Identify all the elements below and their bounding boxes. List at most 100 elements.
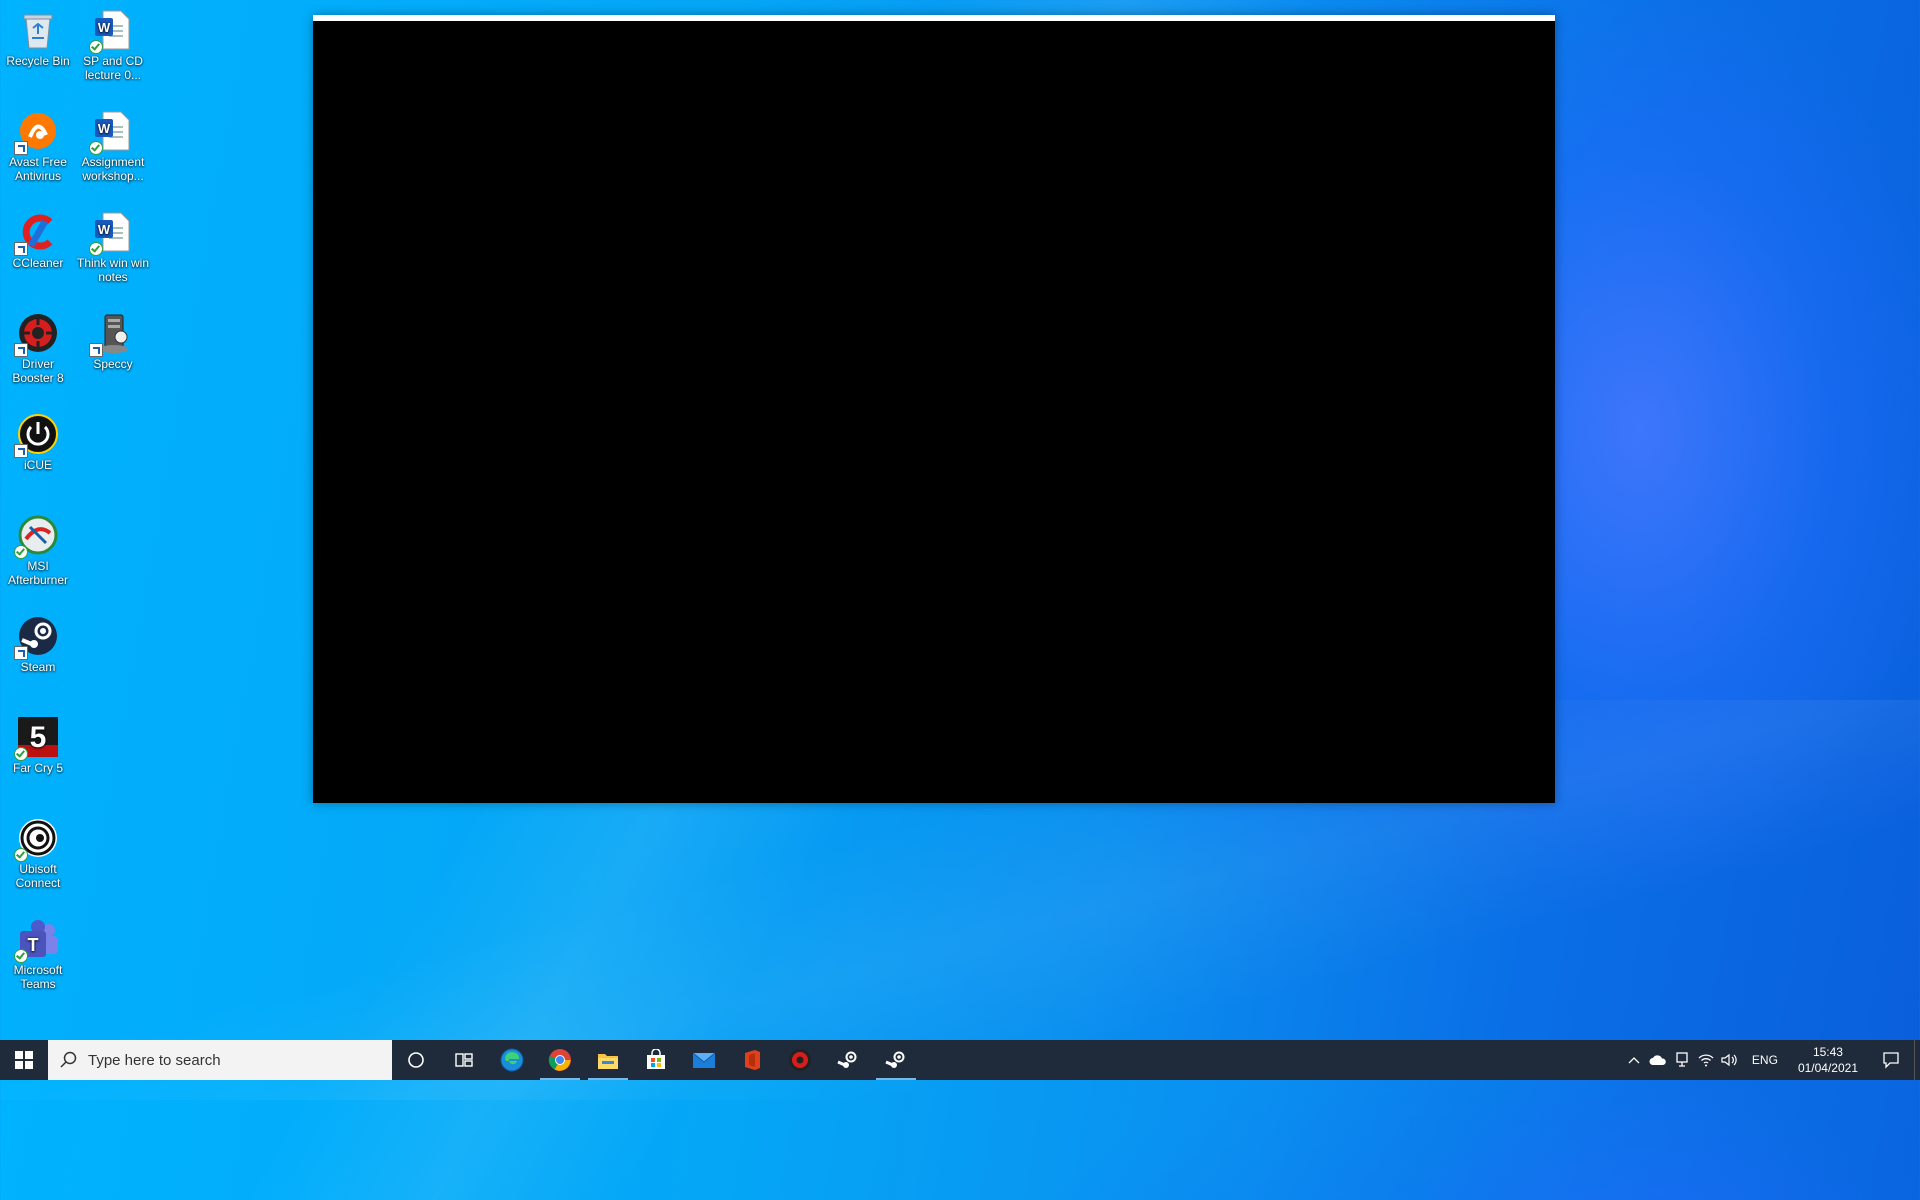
desktop-icon-label: CCleaner bbox=[12, 256, 64, 270]
desktop-icon-label: Speccy bbox=[93, 357, 133, 371]
network-icon bbox=[1698, 1054, 1714, 1067]
steam-icon bbox=[14, 614, 60, 660]
desktop-icon-msi-afterburner[interactable]: MSI Afterburner bbox=[0, 509, 76, 587]
shortcut-arrow-icon bbox=[14, 343, 28, 357]
teams-icon: T bbox=[14, 917, 60, 963]
cortana-button[interactable] bbox=[392, 1040, 440, 1080]
desktop-icon-driver-booster[interactable]: Driver Booster 8 bbox=[0, 307, 76, 385]
desktop-icon-ubisoft-connect[interactable]: Ubisoft Connect bbox=[0, 812, 76, 890]
notification-icon bbox=[1883, 1052, 1899, 1069]
driver-booster-icon bbox=[14, 311, 60, 357]
desktop-icon-icue[interactable]: iCUE bbox=[0, 408, 76, 472]
desktop-icon-label: Avast Free Antivirus bbox=[9, 155, 67, 183]
svg-text:W: W bbox=[98, 20, 111, 35]
clock-time: 15:43 bbox=[1812, 1045, 1843, 1059]
taskbar-edge[interactable] bbox=[488, 1040, 536, 1080]
chrome-icon bbox=[548, 1049, 571, 1071]
desktop-icon-ccleaner[interactable]: CCleaner bbox=[0, 206, 76, 270]
desktop-icon-recycle-bin[interactable]: Recycle Bin bbox=[0, 4, 76, 68]
taskbar-store[interactable] bbox=[632, 1040, 680, 1080]
system-tray: ENG 15:43 01/04/2021 bbox=[1622, 1040, 1920, 1080]
clock-date: 01/04/2021 bbox=[1797, 1061, 1858, 1075]
desktop-icon-sp-and-cd-lecture[interactable]: W SP and CD lecture 0... bbox=[75, 4, 151, 82]
shortcut-arrow-icon bbox=[14, 141, 28, 155]
file-explorer-icon bbox=[598, 1054, 618, 1069]
taskbar-office[interactable] bbox=[728, 1040, 776, 1080]
shortcut-arrow-icon bbox=[14, 646, 28, 660]
desktop-icon-microsoft-teams[interactable]: T Microsoft Teams bbox=[0, 913, 76, 991]
desktop-icon-label: Ubisoft Connect bbox=[15, 862, 61, 890]
taskbar-chrome[interactable] bbox=[536, 1040, 584, 1080]
taskbar-file-explorer[interactable] bbox=[584, 1040, 632, 1080]
shortcut-arrow-icon bbox=[14, 242, 28, 256]
word-document-icon: W bbox=[89, 109, 135, 155]
ccleaner-icon bbox=[14, 210, 60, 256]
taskbar-driver-booster[interactable] bbox=[776, 1040, 824, 1080]
avast-icon bbox=[14, 109, 60, 155]
far-cry-5-icon: 5 bbox=[14, 715, 60, 761]
desktop-icon-far-cry-5[interactable]: 5 Far Cry 5 bbox=[0, 711, 76, 775]
device-icon bbox=[1676, 1052, 1688, 1067]
windows-logo-icon bbox=[15, 1051, 33, 1069]
desktop-icon-label: Recycle Bin bbox=[6, 54, 70, 68]
desktop-icon-avast[interactable]: Avast Free Antivirus bbox=[0, 105, 76, 183]
sync-check-icon bbox=[14, 747, 28, 761]
desktop-icon-label: Microsoft Teams bbox=[13, 963, 63, 991]
svg-text:W: W bbox=[98, 222, 111, 237]
onedrive-button[interactable] bbox=[1646, 1040, 1670, 1080]
svg-text:T: T bbox=[28, 935, 39, 955]
driver-booster-icon bbox=[789, 1049, 811, 1071]
taskbar-search-box[interactable]: Type here to search bbox=[48, 1040, 392, 1080]
chevron-up-icon bbox=[1628, 1057, 1640, 1064]
application-window[interactable] bbox=[313, 15, 1555, 803]
icue-icon bbox=[14, 412, 60, 458]
desktop-icon-think-win-win-notes[interactable]: W Think win win notes bbox=[75, 206, 151, 284]
clock[interactable]: 15:43 01/04/2021 bbox=[1788, 1044, 1868, 1076]
svg-text:5: 5 bbox=[30, 721, 47, 754]
sync-check-icon bbox=[89, 40, 103, 54]
steam-icon bbox=[885, 1051, 905, 1068]
sync-check-icon bbox=[89, 141, 103, 155]
device-button[interactable] bbox=[1670, 1040, 1694, 1080]
sync-check-icon bbox=[14, 848, 28, 862]
show-desktop-button[interactable] bbox=[1914, 1040, 1920, 1080]
shortcut-arrow-icon bbox=[89, 343, 103, 357]
desktop-icon-speccy[interactable]: Speccy bbox=[75, 307, 151, 371]
task-view-icon bbox=[455, 1053, 473, 1067]
desktop-icon-label: Think win win notes bbox=[76, 256, 150, 284]
sync-check-icon bbox=[14, 949, 28, 963]
search-icon bbox=[60, 1051, 77, 1068]
taskbar: Type here to search ENG 15:43 01/04/2021 bbox=[0, 1040, 1920, 1080]
desktop-icon-label: Far Cry 5 bbox=[12, 761, 63, 775]
desktop-icon-steam[interactable]: Steam bbox=[0, 610, 76, 674]
store-icon bbox=[647, 1049, 665, 1069]
sync-check-icon bbox=[89, 242, 103, 256]
onedrive-cloud-icon bbox=[1649, 1055, 1666, 1065]
speccy-icon bbox=[89, 311, 135, 357]
desktop-icon-label: Driver Booster 8 bbox=[12, 357, 64, 385]
svg-text:W: W bbox=[98, 121, 111, 136]
office-icon bbox=[745, 1050, 760, 1070]
desktop-icon-assignment-workshop[interactable]: W Assignment workshop... bbox=[75, 105, 151, 183]
task-view-button[interactable] bbox=[440, 1040, 488, 1080]
taskbar-steam[interactable] bbox=[824, 1040, 872, 1080]
start-button[interactable] bbox=[0, 1040, 48, 1080]
action-center-button[interactable] bbox=[1868, 1040, 1914, 1080]
show-hidden-icons-button[interactable] bbox=[1622, 1040, 1646, 1080]
volume-button[interactable] bbox=[1718, 1040, 1742, 1080]
taskbar-mail[interactable] bbox=[680, 1040, 728, 1080]
msi-afterburner-icon bbox=[14, 513, 60, 559]
desktop-icon-label: Assignment workshop... bbox=[81, 155, 145, 183]
sync-check-icon bbox=[14, 545, 28, 559]
shortcut-arrow-icon bbox=[14, 444, 28, 458]
desktop-icon-label: Steam bbox=[20, 660, 56, 674]
desktop-icon-label: iCUE bbox=[23, 458, 52, 472]
speaker-icon bbox=[1721, 1053, 1737, 1067]
desktop-icon-label: SP and CD lecture 0... bbox=[83, 54, 143, 82]
word-document-icon: W bbox=[89, 8, 135, 54]
search-placeholder: Type here to search bbox=[88, 1051, 221, 1069]
network-button[interactable] bbox=[1694, 1040, 1718, 1080]
recycle-bin-icon bbox=[16, 8, 60, 52]
input-language[interactable]: ENG bbox=[1742, 1053, 1788, 1067]
taskbar-steam-active[interactable] bbox=[872, 1040, 920, 1080]
